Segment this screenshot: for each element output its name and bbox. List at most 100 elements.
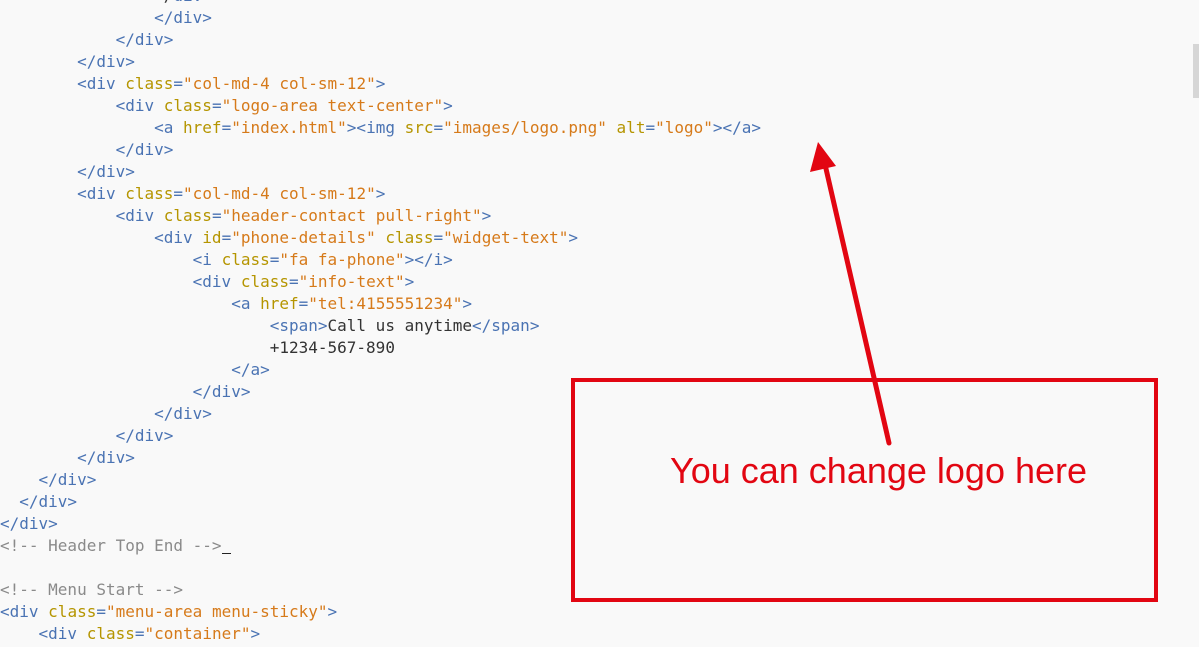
- code-token: class: [125, 74, 174, 93]
- code-token: class: [163, 206, 212, 225]
- code-token: "widget-text": [443, 228, 569, 247]
- code-editor[interactable]: </div> </div> </div> </div> <div class="…: [0, 0, 1199, 647]
- code-token: =: [433, 228, 444, 247]
- code-token: </div>: [77, 52, 135, 71]
- code-token: =: [96, 602, 106, 621]
- code-line[interactable]: </div>: [0, 29, 761, 51]
- code-token: "col-md-4 col-sm-12": [183, 74, 376, 93]
- code-token: "phone-details": [231, 228, 376, 247]
- code-token: class: [125, 184, 174, 203]
- code-line[interactable]: <div class="col-md-4 col-sm-12">: [0, 183, 761, 205]
- code-token: "logo-area text-center": [221, 96, 444, 115]
- vertical-scrollbar-thumb[interactable]: [1193, 44, 1199, 98]
- code-token: <a: [231, 294, 261, 313]
- code-token: alt: [616, 118, 646, 137]
- code-token: >: [375, 184, 386, 203]
- code-line[interactable]: </div>: [0, 0, 761, 7]
- code-line[interactable]: <div class="col-md-4 col-sm-12">: [0, 73, 761, 95]
- code-line[interactable]: </div>: [0, 51, 761, 73]
- code-token: <span>: [269, 316, 328, 335]
- code-token: class: [48, 602, 97, 621]
- code-token: src: [404, 118, 434, 137]
- code-token: href: [183, 118, 222, 137]
- code-token: <!-- Menu Start -->: [0, 580, 184, 599]
- code-line[interactable]: <i class="fa fa-phone"></i>: [0, 249, 761, 271]
- code-token: <div: [38, 624, 87, 643]
- code-token: >: [481, 206, 492, 225]
- code-token: class: [221, 250, 270, 269]
- code-token: <div: [115, 96, 164, 115]
- code-token: </div>: [77, 162, 135, 181]
- code-token: class: [86, 624, 135, 643]
- code-line[interactable]: <a href="tel:4155551234">: [0, 293, 761, 315]
- code-token: "info-text": [298, 272, 405, 291]
- code-token: <div: [115, 206, 164, 225]
- code-token: <div: [192, 272, 241, 291]
- code-token: <div: [77, 184, 126, 203]
- code-line[interactable]: <div class="header-contact pull-right">: [0, 205, 761, 227]
- code-token: </div>: [38, 470, 97, 489]
- code-line[interactable]: <div class="info-text">: [0, 271, 761, 293]
- code-line[interactable]: </div>: [0, 139, 761, 161]
- code-token: "tel:4155551234": [308, 294, 463, 313]
- code-line[interactable]: <div class="container">: [0, 623, 761, 645]
- code-token: >: [202, 0, 212, 5]
- code-token: href: [260, 294, 299, 313]
- code-token: >: [250, 624, 261, 643]
- code-line[interactable]: <span>Call us anytime</span>: [0, 315, 761, 337]
- code-line[interactable]: <a href="index.html"><img src="images/lo…: [0, 117, 761, 139]
- code-token: =: [134, 624, 145, 643]
- code-token: >: [327, 602, 338, 621]
- code-line[interactable]: +1234-567-890: [0, 337, 761, 359]
- code-token: class: [385, 228, 434, 247]
- code-token: </div>: [115, 140, 174, 159]
- code-token: "container": [144, 624, 251, 643]
- code-line[interactable]: <div id="phone-details" class="widget-te…: [0, 227, 761, 249]
- code-token: +1234-567-890: [269, 338, 395, 357]
- code-token: </div>: [115, 426, 174, 445]
- code-line[interactable]: <div class="menu-area menu-sticky">: [0, 601, 761, 623]
- code-line[interactable]: <div class="logo-area text-center">: [0, 95, 761, 117]
- code-token: >: [443, 96, 453, 115]
- code-token: </div>: [0, 514, 58, 533]
- code-token: "header-contact pull-right": [221, 206, 482, 225]
- code-token: "menu-area menu-sticky": [105, 602, 328, 621]
- code-token: =: [221, 118, 232, 137]
- code-token: <div: [0, 602, 49, 621]
- code-token: >: [568, 228, 579, 247]
- code-token: =: [433, 118, 444, 137]
- code-token: ></a>: [712, 118, 762, 137]
- code-token: >: [462, 294, 473, 313]
- code-token: =: [211, 96, 222, 115]
- code-token: >: [404, 272, 415, 291]
- code-token: =: [645, 118, 656, 137]
- code-token: =: [289, 272, 299, 291]
- code-token: </div>: [19, 492, 78, 511]
- code-token: </div>: [192, 382, 251, 401]
- code-token: =: [173, 184, 184, 203]
- code-line[interactable]: </div>: [0, 7, 761, 29]
- code-token: =: [221, 228, 232, 247]
- code-token: </div>: [154, 8, 212, 27]
- code-token: =: [173, 74, 184, 93]
- code-line[interactable]: </div>: [0, 161, 761, 183]
